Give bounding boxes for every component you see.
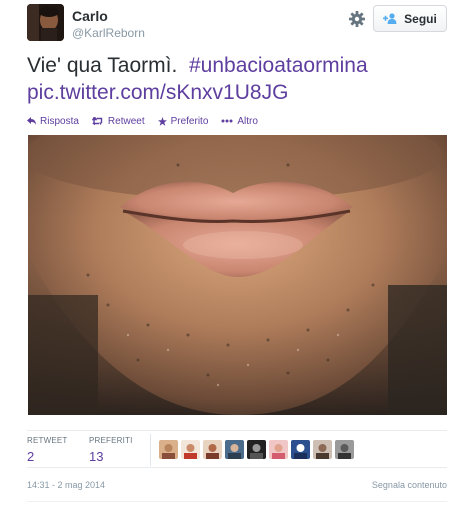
favoriter-avatar[interactable]	[291, 440, 310, 459]
retweet-icon	[91, 117, 103, 125]
tweet-card: Carlo @KarlReborn Segui Vie' qua Taormì.…	[0, 0, 474, 507]
favorites-count-label: PREFERITI	[89, 436, 133, 445]
tweet-stats: RETWEET 2 PREFERITI 13	[27, 430, 447, 468]
favorites-count: 13	[89, 449, 104, 464]
more-label: Altro	[237, 115, 258, 127]
favorite-action[interactable]: Preferito	[157, 115, 209, 127]
retweet-count: 2	[27, 449, 35, 464]
tweet-timestamp[interactable]: 14:31 - 2 mag 2014	[27, 480, 105, 490]
avatar[interactable]	[27, 4, 64, 41]
favorites-stat[interactable]: PREFERITI 13	[89, 436, 133, 464]
favoriters-list	[159, 440, 354, 459]
tweet-actions: Risposta Retweet Preferito Altro	[27, 113, 271, 129]
tweet-body: Vie' qua Taormì.	[27, 54, 178, 77]
favoriter-avatar[interactable]	[181, 440, 200, 459]
gear-icon[interactable]	[348, 10, 366, 28]
retweet-label: Retweet	[107, 115, 145, 127]
author-name[interactable]: Carlo	[72, 8, 108, 24]
reply-action[interactable]: Risposta	[27, 116, 79, 127]
follow-button[interactable]: Segui	[373, 5, 447, 32]
more-icon	[221, 119, 233, 123]
favoriter-avatar[interactable]	[269, 440, 288, 459]
photo-link[interactable]: pic.twitter.com/sKnxv1U8JG	[27, 81, 288, 104]
divider	[27, 501, 447, 502]
favoriter-avatar[interactable]	[203, 440, 222, 459]
favoriter-avatar[interactable]	[313, 440, 332, 459]
reply-icon	[27, 117, 36, 125]
retweet-count-label: RETWEET	[27, 436, 68, 445]
favoriter-avatar[interactable]	[225, 440, 244, 459]
stats-divider	[150, 434, 151, 466]
report-link[interactable]: Segnala contenuto	[372, 480, 447, 490]
favoriter-avatar[interactable]	[159, 440, 178, 459]
hashtag-link[interactable]: #unbacioataormina	[189, 54, 368, 77]
reply-label: Risposta	[40, 115, 79, 127]
follow-user-icon	[383, 13, 398, 24]
star-icon	[157, 116, 167, 126]
retweet-action[interactable]: Retweet	[91, 115, 145, 127]
author-handle[interactable]: @KarlReborn	[72, 26, 145, 40]
more-action[interactable]: Altro	[221, 116, 258, 127]
tweet-text: Vie' qua Taormì. #unbacioataormina pic.t…	[27, 52, 457, 106]
tweet-photo[interactable]	[28, 135, 447, 415]
follow-button-label: Segui	[404, 11, 437, 26]
retweet-stat[interactable]: RETWEET 2	[27, 436, 68, 464]
favoriter-avatar[interactable]	[335, 440, 354, 459]
favorite-label: Preferito	[170, 115, 209, 127]
favoriter-avatar[interactable]	[247, 440, 266, 459]
